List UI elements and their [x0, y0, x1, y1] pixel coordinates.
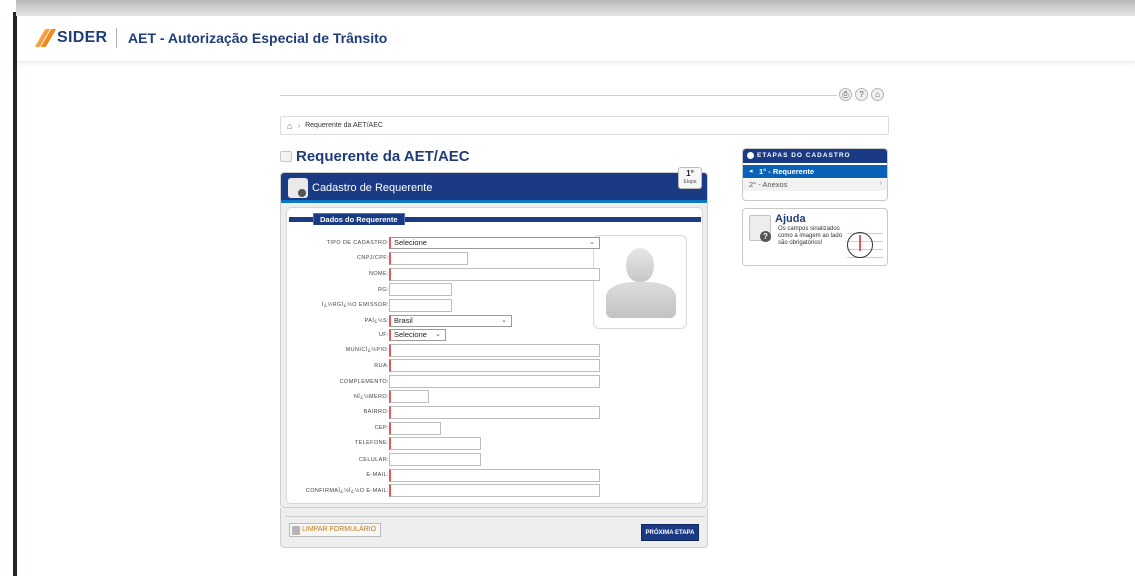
confirmacao-email-input[interactable]: [389, 484, 600, 497]
photo-placeholder[interactable]: [593, 235, 687, 329]
clear-form-button[interactable]: LIMPAR FORMULÁRIO: [289, 523, 382, 537]
chevron-down-icon: ⌄: [435, 331, 441, 338]
steps-panel: ETAPAS DO CADASTRO ◂ 1° - Requerente 2° …: [742, 148, 888, 201]
label-bairro: BAIRRO:: [363, 409, 389, 415]
window-left-edge: [0, 0, 17, 576]
step-item-label: 2° - Anexos: [749, 180, 788, 189]
tipo-cadastro-select[interactable]: Selecione ⌄: [389, 237, 600, 249]
pais-value: Brasil: [394, 316, 413, 325]
window-top-shadow: [16, 0, 1135, 16]
toolbar-icons: ⎙ ? ⌂: [839, 88, 884, 101]
avatar-body-icon: [606, 282, 676, 318]
app-header: SIDER AET - Autorização Especial de Trân…: [17, 16, 1135, 62]
chevron-down-icon: ⌄: [589, 239, 595, 246]
municipio-input[interactable]: [389, 344, 600, 357]
form-footer-rule: [285, 516, 705, 517]
label-confirmacao-email: CONFIRMAï¿½ï¿½O E-MAIL:: [305, 488, 389, 494]
steps-circle-icon: [747, 152, 754, 159]
print-icon[interactable]: ⎙: [839, 88, 852, 101]
page-title-icon: [280, 151, 292, 162]
help-panel: Ajuda Os campos sinalizados como a image…: [742, 208, 888, 266]
email-input[interactable]: [389, 469, 600, 482]
avatar-head-icon: [626, 248, 654, 282]
help-icon[interactable]: ?: [855, 88, 868, 101]
label-cnpj-cpf: CNPJ/CPF:: [356, 255, 389, 261]
label-nome: NOME:: [368, 271, 389, 277]
label-telefone: TELEFONE:: [354, 440, 389, 446]
form-inner-panel: Dados do Requerente TIPO DE CADASTRO: Se…: [286, 207, 703, 504]
uf-select[interactable]: Selecione ⌄: [389, 329, 446, 341]
label-email: E-MAIL:: [366, 472, 389, 478]
label-rg: RG:: [378, 287, 389, 293]
app-title: AET - Autorização Especial de Trânsito: [128, 30, 388, 46]
breadcrumb-current: Requerente da AET/AEC: [305, 122, 383, 129]
logo-text: SIDER: [57, 29, 108, 46]
next-step-button[interactable]: PRÓXIMA ETAPA: [641, 524, 699, 541]
label-rua: RUA:: [374, 363, 389, 369]
numero-input[interactable]: [389, 390, 429, 403]
label-orgao-emissor: ï¿½RGï¿½O EMISSOR:: [321, 302, 389, 308]
rua-input[interactable]: [389, 359, 600, 372]
cnpj-cpf-input[interactable]: [389, 252, 468, 265]
page-title-text: Requerente da AET/AEC: [296, 148, 470, 165]
step-item-requerente[interactable]: ◂ 1° - Requerente: [743, 165, 887, 178]
label-uf: UF:: [378, 332, 389, 338]
help-text: Os campos sinalizados como a imagem ao l…: [778, 226, 843, 246]
chevron-down-icon: ⌄: [501, 317, 507, 324]
trash-icon: [292, 525, 300, 535]
header-divider: [116, 28, 117, 48]
nome-input[interactable]: [389, 268, 600, 281]
uf-value: Selecione: [394, 330, 427, 339]
help-title: Ajuda: [775, 213, 806, 225]
content-top-rule: [280, 95, 837, 96]
sider-logo[interactable]: SIDER: [34, 28, 108, 48]
chevron-right-icon: ›: [879, 180, 882, 187]
page-title: Requerente da AET/AEC: [280, 148, 470, 165]
tipo-cadastro-value: Selecione: [394, 238, 427, 247]
form-card-title: Cadastro de Requerente: [312, 182, 433, 194]
telefone-input[interactable]: [389, 437, 481, 450]
step-badge-number: 1°: [686, 169, 694, 178]
step-left-arrow-icon: ◂: [749, 168, 753, 175]
label-tipo-cadastro: TIPO DE CADASTRO:: [326, 240, 389, 246]
label-cep: CEP:: [374, 425, 389, 431]
requerente-form-card: Cadastro de Requerente 1° Etapa Dados do…: [280, 167, 708, 508]
step-badge-label: Etapa: [683, 179, 697, 185]
section-title: Dados do Requerente: [313, 213, 405, 225]
cep-input[interactable]: [389, 422, 441, 435]
step-item-label: 1° - Requerente: [759, 167, 815, 176]
required-field-sample-icon: [843, 227, 885, 261]
complemento-input[interactable]: [389, 375, 600, 388]
breadcrumb-separator-icon: ›: [297, 121, 301, 130]
user-card-icon: [288, 178, 308, 198]
label-numero: Nï¿½MERO:: [353, 394, 389, 400]
home-icon[interactable]: ⌂: [871, 88, 884, 101]
pais-select[interactable]: Brasil ⌄: [389, 315, 512, 327]
step-item-anexos[interactable]: 2° - Anexos ›: [743, 179, 887, 191]
breadcrumb: ⌂ › Requerente da AET/AEC: [280, 116, 889, 135]
clear-form-label: LIMPAR FORMULÁRIO: [302, 526, 377, 533]
sider-logo-mark: [34, 28, 57, 48]
form-card-header: Cadastro de Requerente 1° Etapa: [281, 167, 707, 203]
orgao-emissor-input[interactable]: [389, 299, 452, 312]
steps-header: ETAPAS DO CADASTRO: [743, 149, 887, 163]
label-municipio: MUNICï¿½PIO:: [345, 347, 389, 353]
rg-input[interactable]: [389, 283, 452, 296]
help-document-icon: [749, 215, 771, 242]
celular-input[interactable]: [389, 453, 481, 466]
bairro-input[interactable]: [389, 406, 600, 419]
label-pais: PAï¿½S:: [364, 318, 389, 324]
label-complemento: COMPLEMENTO:: [339, 379, 389, 385]
breadcrumb-home-icon[interactable]: ⌂: [287, 121, 292, 131]
steps-title: ETAPAS DO CADASTRO: [757, 152, 851, 159]
step-badge: 1° Etapa: [678, 167, 702, 189]
label-celular: CELULAR:: [358, 457, 389, 463]
